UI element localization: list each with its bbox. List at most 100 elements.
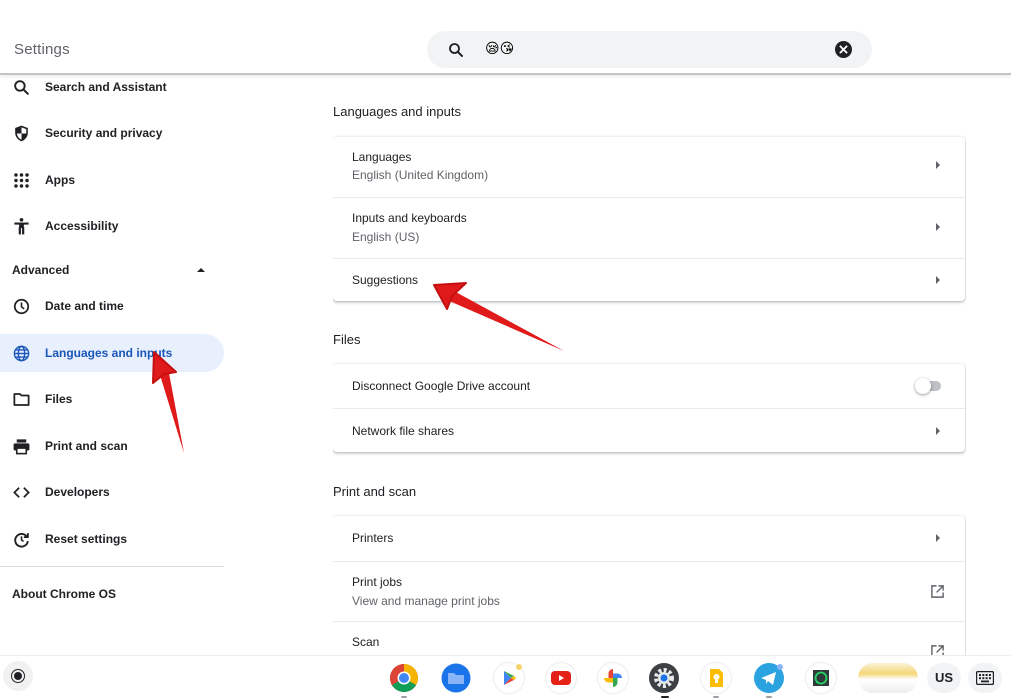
sidebar-item-label: Security and privacy (45, 126, 163, 140)
chrome-icon (390, 664, 418, 692)
keep-icon (710, 669, 723, 687)
keyboard-icon (976, 671, 994, 685)
shelf-app-youtube[interactable] (546, 663, 576, 693)
running-indicator (713, 696, 719, 698)
play-store-icon (504, 664, 522, 685)
shelf-app-settings[interactable] (649, 663, 679, 693)
running-indicator (766, 696, 772, 698)
settings-search-box[interactable] (427, 31, 872, 68)
sidebar: Search and Assistant Security and privac… (0, 75, 226, 655)
photos-icon (604, 669, 622, 687)
sidebar-item-print-and-scan[interactable]: Print and scan (0, 427, 224, 465)
row-title: Print jobs (352, 575, 403, 589)
sidebar-item-reset-settings[interactable]: Reset settings (0, 520, 224, 558)
row-title: Suggestions (352, 273, 419, 287)
gear-icon (654, 668, 674, 688)
sidebar-item-label: Languages and inputs (45, 346, 173, 360)
code-icon (13, 487, 30, 498)
search-icon (449, 43, 463, 57)
settings-header: Settings (0, 0, 1011, 75)
clear-icon (839, 45, 848, 54)
media-tray-thumbnail[interactable] (858, 663, 918, 693)
row-subtitle: View and manage print jobs (352, 594, 500, 608)
clock-icon (13, 298, 30, 315)
row-print-jobs[interactable]: Print jobs View and manage print jobs (333, 561, 965, 621)
sidebar-item-about-chrome-os[interactable]: About Chrome OS (12, 587, 116, 601)
sidebar-item-label: Apps (45, 173, 75, 187)
advanced-section-toggle[interactable]: Advanced (12, 263, 69, 277)
row-title: Network file shares (352, 424, 455, 438)
row-languages[interactable]: Languages English (United Kingdom) (333, 137, 965, 197)
shelf: US (0, 655, 1011, 700)
shield-icon (15, 125, 28, 142)
sidebar-divider (0, 566, 224, 567)
shelf-app-files[interactable] (441, 663, 471, 693)
sidebar-item-label: Reset settings (45, 532, 128, 546)
row-network-file-shares[interactable]: Network file shares (333, 408, 965, 452)
shelf-app-photos[interactable] (598, 663, 628, 693)
launcher-dot-icon (14, 672, 22, 680)
row-title: Disconnect Google Drive account (352, 379, 531, 393)
arrow-right-icon (936, 223, 940, 231)
whatsapp-icon (813, 670, 829, 686)
launcher-button[interactable] (3, 661, 33, 691)
sidebar-item-label: Date and time (45, 299, 124, 313)
row-title: Inputs and keyboards (352, 211, 467, 225)
shelf-app-keep[interactable] (701, 663, 731, 693)
caret-up-icon[interactable] (197, 268, 205, 272)
virtual-keyboard-button[interactable] (968, 663, 1002, 693)
arrow-right-icon (936, 427, 940, 435)
printer-icon (13, 439, 30, 455)
row-printers[interactable]: Printers (333, 516, 965, 561)
disconnect-drive-toggle[interactable] (915, 378, 943, 394)
accessibility-icon (14, 217, 29, 235)
sidebar-item-files[interactable]: Files (0, 380, 224, 418)
app-title: Settings (14, 41, 70, 58)
search-input[interactable] (485, 40, 785, 58)
row-scan[interactable]: Scan (333, 621, 965, 655)
arrow-right-icon (936, 161, 940, 169)
row-subtitle: English (US) (352, 230, 420, 244)
row-subtitle: English (United Kingdom) (352, 168, 489, 182)
open-in-new-icon (931, 585, 944, 598)
settings-main-content: Languages and inputs Languages English (… (333, 75, 966, 655)
sidebar-item-search-and-assistant[interactable]: Search and Assistant (0, 75, 224, 106)
input-method-button[interactable]: US (927, 663, 961, 693)
clear-search-button[interactable] (835, 41, 852, 58)
search-icon (14, 80, 29, 95)
youtube-icon (551, 671, 571, 685)
languages-and-inputs-card: Languages English (United Kingdom) Input… (333, 137, 965, 301)
shelf-app-telegram[interactable] (754, 663, 784, 693)
shelf-app-chrome[interactable] (389, 663, 419, 693)
files-card: Disconnect Google Drive account Network … (333, 364, 965, 452)
row-disconnect-google-drive[interactable]: Disconnect Google Drive account (333, 364, 965, 408)
print-and-scan-card: Printers Print jobs View and manage prin… (333, 516, 965, 655)
section-title-print-and-scan: Print and scan (333, 484, 417, 499)
sidebar-item-accessibility[interactable]: Accessibility (0, 207, 224, 245)
sidebar-item-apps[interactable]: Apps (0, 161, 224, 199)
row-inputs-and-keyboards[interactable]: Inputs and keyboards English (US) (333, 197, 965, 258)
row-title: Languages (352, 150, 412, 164)
shelf-app-play-store[interactable] (494, 663, 524, 693)
globe-icon (13, 345, 30, 362)
row-title: Printers (352, 531, 394, 545)
sidebar-item-developers[interactable]: Developers (0, 473, 224, 511)
folder-icon (13, 393, 30, 406)
running-indicator (661, 696, 669, 698)
apps-grid-icon (14, 173, 29, 188)
open-in-new-icon (931, 645, 944, 655)
running-indicator (401, 696, 407, 698)
sidebar-item-security-and-privacy[interactable]: Security and privacy (0, 114, 224, 152)
telegram-icon (761, 664, 783, 685)
section-title-languages-and-inputs: Languages and inputs (333, 104, 461, 119)
sidebar-item-label: Files (45, 392, 73, 406)
files-app-icon (441, 663, 471, 693)
reset-icon (14, 533, 29, 548)
row-suggestions[interactable]: Suggestions (333, 258, 965, 301)
sidebar-item-date-and-time[interactable]: Date and time (0, 287, 224, 325)
sidebar-item-label: Print and scan (45, 439, 128, 453)
sidebar-item-languages-and-inputs[interactable]: Languages and inputs (0, 334, 224, 372)
shelf-app-whatsapp[interactable] (806, 663, 836, 693)
sidebar-item-label: Developers (45, 485, 110, 499)
row-title: Scan (352, 635, 380, 649)
